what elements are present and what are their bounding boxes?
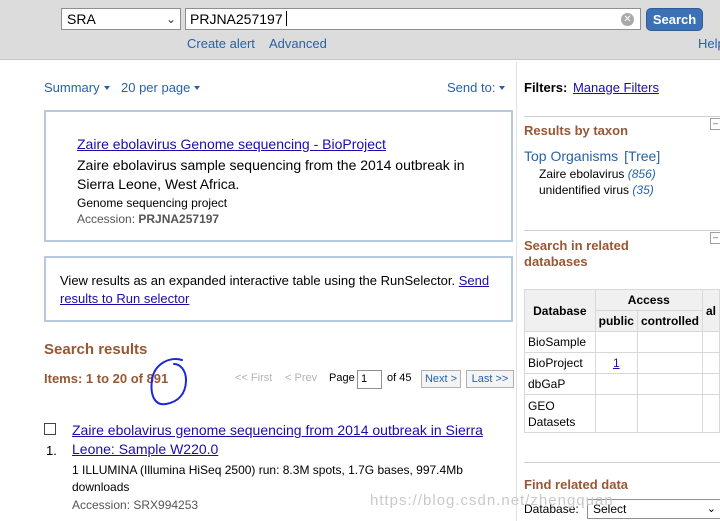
page-count: of 45 [387, 372, 412, 384]
top-organisms-link[interactable]: Top Organisms [524, 148, 618, 164]
prev-page-link: < Prev [285, 372, 318, 384]
taxon-item: Zaire ebolavirus (856) [539, 167, 656, 181]
next-page-button[interactable]: Next > [421, 370, 461, 388]
chevron-down-icon: ⌄ [165, 12, 176, 26]
runselector-text: View results as an expanded interactive … [60, 273, 456, 288]
results-by-taxon-portlet: Results by taxon – Top Organisms [Tree] Z… [524, 116, 720, 224]
find-related-heading: Find related data [524, 477, 629, 492]
db-name: GEO Datasets [524, 394, 596, 433]
accession-label: Accession: [77, 212, 136, 226]
taxon-count-link[interactable]: (35) [632, 183, 653, 197]
column-divider [516, 62, 517, 521]
clear-icon[interactable]: ✕ [621, 13, 634, 26]
text-cursor [285, 11, 287, 26]
create-alert-link[interactable]: Create alert [187, 36, 255, 51]
related-heading: Search in related databases [524, 238, 629, 269]
col-controlled: controlled [636, 310, 703, 332]
taxon-heading: Results by taxon [524, 123, 629, 138]
top-organisms: Top Organisms [Tree] [524, 148, 660, 164]
taxon-name: Zaire ebolavirus [539, 167, 625, 181]
page-label: Page [329, 372, 355, 384]
table-row: dbGaP [524, 373, 720, 395]
result-accession: Accession: SRX994253 [72, 498, 199, 512]
send-to-dropdown[interactable]: Send to: [447, 80, 505, 95]
search-input-value: PRJNA257197 [190, 11, 283, 27]
search-results-heading: Search results [44, 341, 148, 358]
result-title-link[interactable]: Zaire ebolavirus genome sequencing from … [72, 421, 502, 459]
search-button[interactable]: Search [646, 8, 703, 31]
db-name: BioProject [524, 352, 596, 374]
bioproject-sensor: Zaire ebolavirus Genome sequencing - Bio… [44, 110, 513, 242]
summary-dropdown[interactable]: Summary [44, 80, 110, 95]
first-page-link: << First [235, 372, 273, 384]
col-database: Database [524, 289, 596, 332]
collapse-icon[interactable]: – [710, 118, 720, 130]
last-page-button[interactable]: Last >> [466, 370, 514, 388]
accession-value: PRJNA257197 [138, 212, 220, 226]
result-number: 1. [46, 443, 57, 458]
chevron-down-icon: ⌄ [706, 503, 716, 515]
public-count-link[interactable]: 1 [594, 352, 638, 374]
db-name: dbGaP [524, 373, 596, 395]
col-extra: al [701, 289, 720, 332]
related-databases-table: Database Access al public controlled Bio… [524, 289, 720, 433]
table-row: GEO Datasets [524, 394, 720, 433]
per-page-dropdown[interactable]: 20 per page [121, 80, 200, 95]
runselector-box: View results as an expanded interactive … [44, 256, 513, 322]
database-select-value: SRA [67, 11, 96, 27]
related-databases-portlet: Search in related databases – Database A… [524, 230, 720, 460]
result-checkbox[interactable] [44, 423, 56, 435]
sensor-description: Zaire ebolavirus sample sequencing from … [77, 157, 465, 192]
filters-label: Filters: [524, 80, 568, 95]
advanced-link[interactable]: Advanced [269, 36, 327, 51]
sensor-accession: Accession: PRJNA257197 [77, 212, 511, 226]
tree-link[interactable]: [Tree] [624, 148, 660, 164]
search-bar: SRA ⌄ PRJNA257197 ✕ Search Create alert … [0, 0, 720, 60]
result-description: 1 ILLUMINA (Illumina HiSeq 2500) run: 8.… [72, 463, 463, 494]
filters-bar: Filters: Manage Filters [524, 80, 659, 95]
collapse-icon[interactable]: – [710, 232, 720, 244]
manage-filters-link[interactable]: Manage Filters [573, 80, 659, 95]
help-link[interactable]: Help [698, 36, 720, 51]
page-number-input[interactable]: 1 [357, 370, 382, 389]
sensor-subtype: Genome sequencing project [77, 196, 228, 210]
handwritten-circle-annotation [150, 358, 188, 406]
taxon-name: unidentified virus [539, 183, 630, 197]
db-name: BioSample [524, 331, 596, 353]
col-access: Access [594, 289, 703, 311]
watermark: https://blog.csdn.net/zhengquan [370, 492, 614, 509]
taxon-count-link[interactable]: (856) [628, 167, 656, 181]
taxon-item: unidentified virus (35) [539, 183, 654, 197]
table-row: BioProject 1 [524, 352, 720, 374]
table-row: BioSample [524, 331, 720, 353]
search-input[interactable]: PRJNA257197 ✕ [185, 8, 641, 30]
database-select[interactable]: SRA ⌄ [61, 8, 181, 30]
sensor-title-link[interactable]: Zaire ebolavirus Genome sequencing - Bio… [77, 136, 511, 152]
col-public: public [594, 310, 638, 332]
